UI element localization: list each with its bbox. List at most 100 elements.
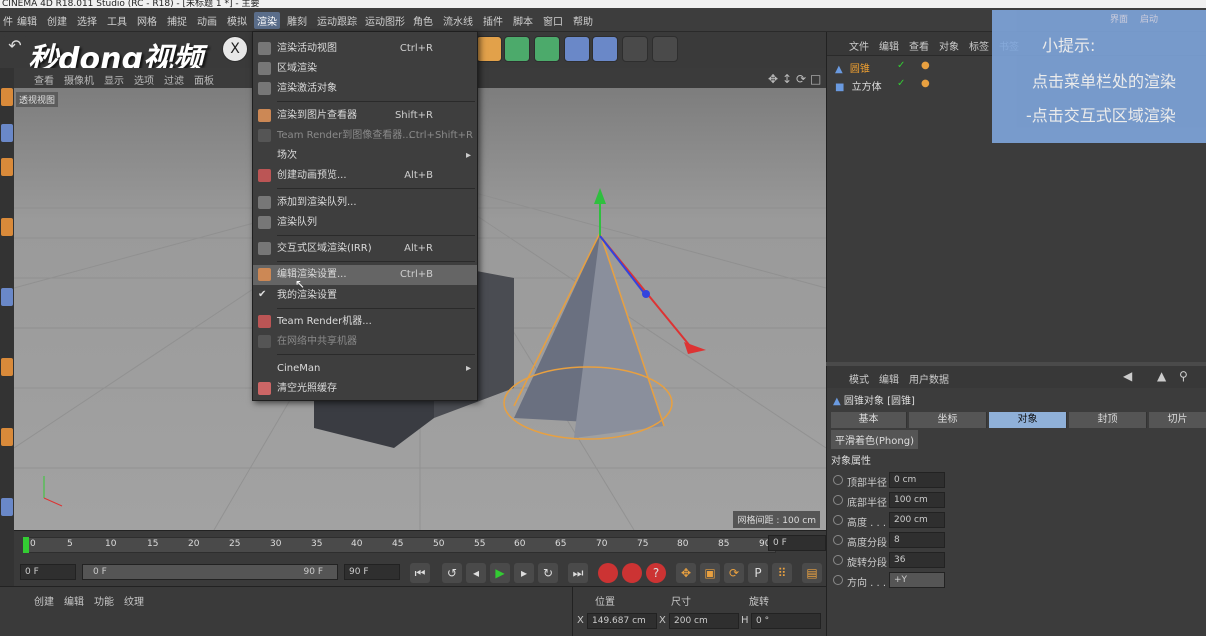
subdivision-icon[interactable] bbox=[534, 36, 560, 62]
search-icon[interactable]: ⚲ bbox=[1179, 369, 1188, 383]
parameter-key-icon[interactable]: P bbox=[748, 563, 768, 583]
layout-tab-interface[interactable]: 界面 bbox=[1110, 12, 1128, 25]
menu-tools[interactable]: 工具 bbox=[104, 12, 130, 29]
attr-menu-edit[interactable]: 编辑 bbox=[879, 371, 899, 386]
h-rotation-field[interactable]: 0 ° bbox=[751, 613, 821, 629]
cube-icon[interactable] bbox=[504, 36, 530, 62]
menu-item-render-queue[interactable]: 渲染队列 bbox=[253, 213, 477, 233]
object-row-cube[interactable]: ■ 立方体 ✓ ● bbox=[835, 78, 930, 94]
pen-icon[interactable] bbox=[476, 36, 502, 62]
menu-item-interactive-region-render[interactable]: 交互式区域渲染(IRR) Alt+R bbox=[253, 239, 477, 259]
menu-item-team-render-to-viewer[interactable]: Team Render到图像查看器... Ctrl+Shift+R bbox=[253, 126, 477, 146]
vp-menu-filter[interactable]: 过滤 bbox=[164, 72, 184, 87]
timeline[interactable]: 0 5 10 15 20 25 30 35 40 45 50 55 60 65 … bbox=[14, 530, 826, 558]
light-icon[interactable] bbox=[652, 36, 678, 62]
tool-icon[interactable] bbox=[1, 88, 13, 106]
menu-simulate[interactable]: 模拟 bbox=[224, 12, 250, 29]
menu-item-flush-illumination-caches[interactable]: 清空光照缓存 bbox=[253, 379, 477, 399]
auto-key-icon[interactable] bbox=[622, 563, 642, 583]
tag-icon[interactable]: ● bbox=[921, 60, 930, 71]
next-frame-icon[interactable]: ▸ bbox=[514, 563, 534, 583]
maximize-view-icon[interactable]: □ bbox=[810, 72, 821, 86]
menu-render[interactable]: 渲染 bbox=[254, 12, 280, 29]
animate-dot-icon[interactable] bbox=[833, 515, 843, 525]
menu-item-edit-render-settings[interactable]: 编辑渲染设置... Ctrl+B bbox=[253, 265, 477, 285]
tab-caps[interactable]: 封顶 bbox=[1069, 412, 1147, 428]
visibility-check-icon[interactable]: ✓ bbox=[897, 60, 905, 71]
floor-icon[interactable] bbox=[592, 36, 618, 62]
menu-item-render-active-objects[interactable]: 渲染激活对象 bbox=[253, 79, 477, 99]
scale-key-icon[interactable]: ▣ bbox=[700, 563, 720, 583]
vp-menu-panel[interactable]: 面板 bbox=[194, 72, 214, 87]
next-key-icon[interactable]: ↻ bbox=[538, 563, 558, 583]
tab-object[interactable]: 对象 bbox=[989, 412, 1067, 428]
tool-icon[interactable] bbox=[1, 498, 13, 516]
object-row-cone[interactable]: ▲ 圆锥 ✓ ● bbox=[835, 60, 930, 76]
rotation-segments-field[interactable]: 36 bbox=[889, 552, 945, 568]
menu-item-make-preview[interactable]: 创建动画预览... Alt+B bbox=[253, 166, 477, 186]
menu-snap[interactable]: 捕捉 bbox=[164, 12, 190, 29]
previous-key-icon[interactable]: ↺ bbox=[442, 563, 462, 583]
menu-window[interactable]: 窗口 bbox=[540, 12, 566, 29]
menu-character[interactable]: 角色 bbox=[410, 12, 436, 29]
orientation-select[interactable]: +Y bbox=[889, 572, 945, 588]
tab-basic[interactable]: 基本 bbox=[831, 412, 907, 428]
start-frame-field[interactable]: 0 F bbox=[20, 564, 76, 580]
menu-item-render-to-picture-viewer[interactable]: 渲染到图片查看器 Shift+R bbox=[253, 106, 477, 126]
obj-menu-view[interactable]: 查看 bbox=[909, 38, 929, 53]
zoom-view-icon[interactable]: ↕ bbox=[782, 72, 792, 86]
record-icon[interactable] bbox=[598, 563, 618, 583]
menu-edit[interactable]: 编辑 bbox=[14, 12, 40, 29]
timeline-window-icon[interactable]: ▤ bbox=[802, 563, 822, 583]
end-frame-field[interactable]: 90 F bbox=[344, 564, 400, 580]
rotate-view-icon[interactable]: ⟳ bbox=[796, 72, 806, 86]
back-arrow-icon[interactable]: ◀ bbox=[1123, 369, 1132, 383]
timeline-ruler[interactable]: 0 5 10 15 20 25 30 35 40 45 50 55 60 65 … bbox=[23, 537, 776, 553]
visibility-check-icon[interactable]: ✓ bbox=[897, 78, 905, 89]
up-arrow-icon[interactable]: ▲ bbox=[1157, 369, 1166, 383]
mat-menu-texture[interactable]: 纹理 bbox=[124, 593, 144, 608]
animate-dot-icon[interactable] bbox=[833, 575, 843, 585]
phong-tab[interactable]: 平滑着色(Phong) bbox=[831, 430, 918, 449]
height-field[interactable]: 200 cm bbox=[889, 512, 945, 528]
menu-mograph[interactable]: 运动图形 bbox=[362, 12, 408, 29]
play-icon[interactable]: ▶ bbox=[490, 563, 510, 583]
tab-coord[interactable]: 坐标 bbox=[909, 412, 987, 428]
menu-mesh[interactable]: 网格 bbox=[134, 12, 160, 29]
menu-plugins[interactable]: 插件 bbox=[480, 12, 506, 29]
animate-dot-icon[interactable] bbox=[833, 555, 843, 565]
vp-menu-options[interactable]: 选项 bbox=[134, 72, 154, 87]
camera-icon[interactable] bbox=[622, 36, 648, 62]
point-level-icon[interactable]: ⠿ bbox=[772, 563, 792, 583]
undo-icon[interactable]: ↶ bbox=[2, 36, 28, 62]
frame-range-slider[interactable]: 0 F 90 F bbox=[82, 564, 338, 580]
menu-item-add-to-render-queue[interactable]: 添加到渲染队列... bbox=[253, 193, 477, 213]
menu-pipeline[interactable]: 流水线 bbox=[440, 12, 476, 29]
top-radius-field[interactable]: 0 cm bbox=[889, 472, 945, 488]
menu-script[interactable]: 脚本 bbox=[510, 12, 536, 29]
menu-item-render-active-view[interactable]: 渲染活动视图 Ctrl+R bbox=[253, 39, 477, 59]
tool-icon[interactable] bbox=[1, 124, 13, 142]
move-view-icon[interactable]: ✥ bbox=[768, 72, 778, 86]
mat-menu-function[interactable]: 功能 bbox=[94, 593, 114, 608]
current-frame-field[interactable]: 0 F bbox=[768, 535, 826, 551]
menu-item-share-machine[interactable]: 在网络中共享机器 bbox=[253, 332, 477, 352]
go-to-end-icon[interactable]: ⏭ bbox=[568, 563, 588, 583]
tool-icon[interactable] bbox=[1, 358, 13, 376]
tool-icon[interactable] bbox=[1, 158, 13, 176]
animate-dot-icon[interactable] bbox=[833, 535, 843, 545]
menu-item-region-render[interactable]: 区域渲染 bbox=[253, 59, 477, 79]
menu-help[interactable]: 帮助 bbox=[570, 12, 596, 29]
x-axis-lock-icon[interactable]: X bbox=[222, 36, 248, 62]
menu-select[interactable]: 选择 bbox=[74, 12, 100, 29]
previous-frame-icon[interactable]: ◂ bbox=[466, 563, 486, 583]
playhead[interactable] bbox=[23, 537, 29, 553]
layout-tab-startup[interactable]: 启动 bbox=[1140, 12, 1158, 25]
tool-icon[interactable] bbox=[1, 218, 13, 236]
animate-dot-icon[interactable] bbox=[833, 495, 843, 505]
menu-item-my-render-setting[interactable]: ✔ 我的渲染设置 bbox=[253, 286, 477, 306]
mat-menu-create[interactable]: 创建 bbox=[34, 593, 54, 608]
attr-menu-mode[interactable]: 模式 bbox=[849, 371, 869, 386]
tab-slice[interactable]: 切片 bbox=[1149, 412, 1206, 428]
menu-animate[interactable]: 动画 bbox=[194, 12, 220, 29]
